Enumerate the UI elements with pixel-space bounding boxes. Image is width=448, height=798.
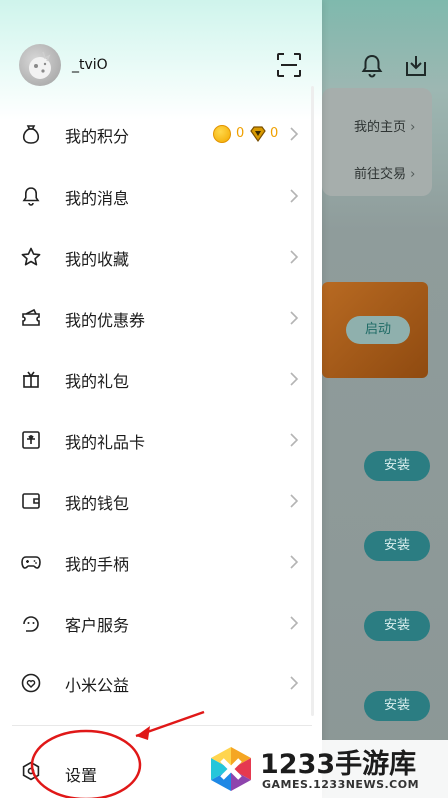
gem-count: 0	[270, 126, 279, 141]
chevron-right-icon	[290, 676, 299, 690]
chevron-right-icon	[290, 250, 299, 264]
menu-item-label: 我的礼品卡	[65, 433, 146, 452]
chevron-right-icon	[290, 616, 299, 630]
scan-icon[interactable]	[276, 52, 302, 78]
gamepad-icon	[21, 556, 41, 569]
menu-item-messages[interactable]: 我的消息	[0, 166, 322, 226]
coin-icon	[213, 125, 231, 143]
coupon-icon	[22, 308, 40, 326]
coin-count: 0	[236, 126, 245, 141]
menu-item-label: 小米公益	[65, 676, 130, 695]
wallet-icon	[22, 493, 40, 509]
avatar-icon	[29, 51, 51, 79]
gift-card-icon	[22, 431, 40, 449]
menu-item-gift-packs[interactable]: 我的礼包	[0, 349, 322, 409]
menu-item-favorites[interactable]: 我的收藏	[0, 227, 322, 287]
my-homepage-link[interactable]: 我的主页	[354, 116, 415, 135]
chevron-right-icon	[290, 311, 299, 325]
settings-label: 设置	[65, 766, 98, 785]
chevron-right-icon	[290, 433, 299, 447]
brand-logo-icon	[211, 747, 251, 791]
side-drawer: _tviO 我的积分 0 0 我的消息 我的收藏 我的优惠券 我的礼包 我的礼品…	[0, 0, 322, 798]
points-bag-icon	[22, 125, 40, 144]
menu-item-label: 我的消息	[65, 189, 130, 208]
launch-button[interactable]: 启动	[346, 316, 410, 344]
menu-item-gift-card[interactable]: 我的礼品卡	[0, 410, 322, 470]
menu-item-coupons[interactable]: 我的优惠券	[0, 288, 322, 348]
chevron-right-icon	[290, 555, 299, 569]
chevron-right-icon	[290, 494, 299, 508]
settings-hexagon-icon	[22, 761, 40, 781]
download-icon[interactable]	[402, 52, 430, 80]
menu-item-points[interactable]: 我的积分 0 0	[0, 104, 322, 164]
install-button[interactable]: 安装	[364, 611, 430, 641]
go-trade-link[interactable]: 前往交易	[354, 163, 415, 182]
bell-icon[interactable]	[358, 52, 386, 80]
menu-item-label: 我的手柄	[65, 555, 130, 574]
chevron-right-icon	[290, 127, 299, 141]
menu-item-gamepad[interactable]: 我的手柄	[0, 532, 322, 592]
gift-icon	[23, 371, 39, 388]
watermark-subtitle: GAMES.1233NEWS.COM	[262, 778, 420, 791]
bell-icon	[22, 187, 40, 206]
customer-service-icon	[23, 616, 39, 632]
chevron-right-icon	[290, 189, 299, 203]
star-icon	[21, 247, 41, 266]
menu-item-customer-service[interactable]: 客户服务	[0, 593, 322, 653]
watermark-title: 1233手游库	[260, 749, 417, 780]
heart-icon	[21, 673, 41, 693]
install-button[interactable]: 安装	[364, 691, 430, 721]
menu-item-wallet[interactable]: 我的钱包	[0, 471, 322, 531]
menu-item-charity[interactable]: 小米公益	[0, 653, 322, 713]
install-button[interactable]: 安装	[364, 531, 430, 561]
menu-item-label: 客户服务	[65, 616, 130, 635]
watermark: 1233手游库 GAMES.1233NEWS.COM	[202, 740, 448, 798]
avatar[interactable]	[19, 44, 61, 86]
chevron-right-icon	[290, 372, 299, 386]
divider	[12, 725, 312, 726]
menu-item-label: 我的礼包	[65, 372, 130, 391]
diamond-icon	[250, 126, 266, 143]
menu-item-label: 我的优惠券	[65, 311, 146, 330]
menu-item-label: 我的钱包	[65, 494, 130, 513]
username[interactable]: _tviO	[72, 57, 108, 73]
menu-item-label: 我的收藏	[65, 250, 130, 269]
menu-item-label: 我的积分	[65, 127, 130, 146]
install-button[interactable]: 安装	[364, 451, 430, 481]
